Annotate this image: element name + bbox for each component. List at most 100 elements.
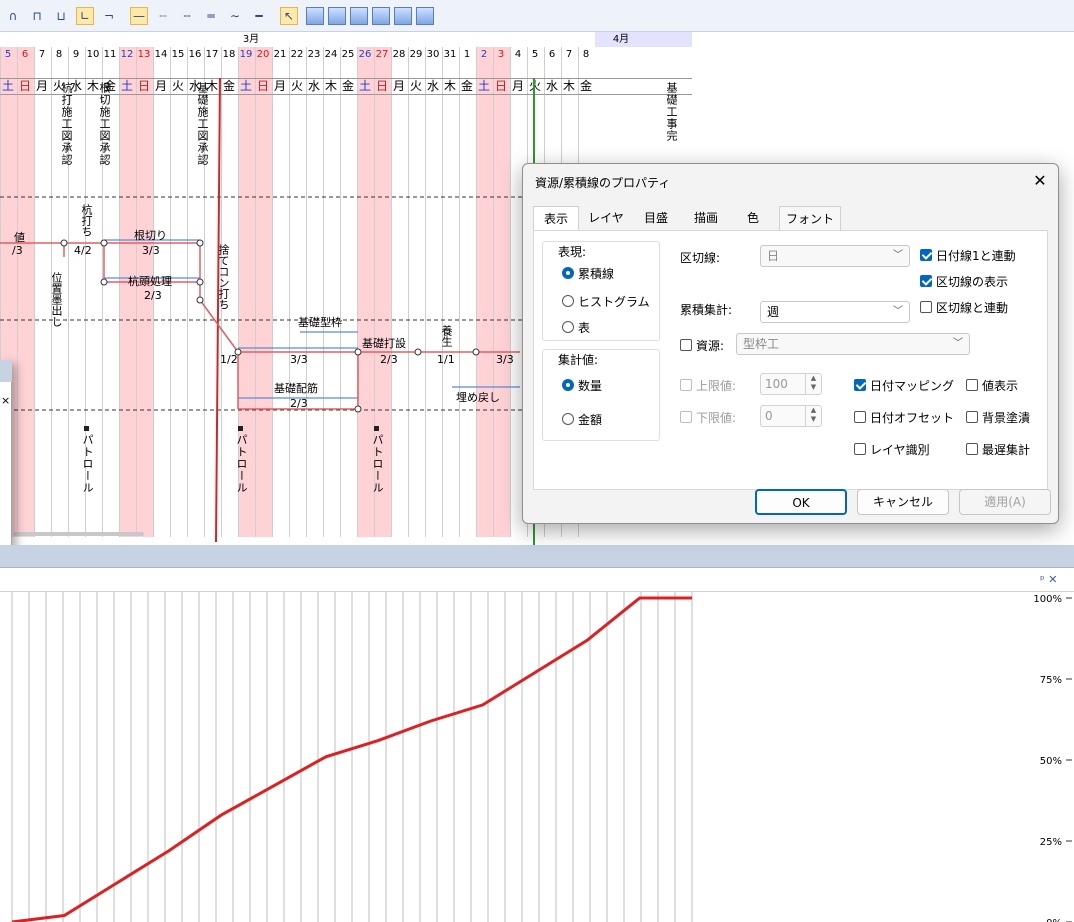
tab-font[interactable]: フォント: [779, 206, 841, 230]
pin-close-icon[interactable]: ᵖ ✕: [1040, 573, 1057, 586]
task-fraction: 3/3: [142, 244, 160, 257]
select-icon[interactable]: ↖: [280, 7, 298, 25]
expression-label: 表現:: [558, 245, 587, 259]
tab-scale[interactable]: 目盛: [633, 206, 679, 230]
horizontal-scrollbar[interactable]: [14, 532, 144, 536]
tab-panel: 表現: 累積線 ヒストグラム 表 集計値: 数量 金額 区切線: 日 ﹀ 累積集計…: [533, 230, 1048, 490]
task-label[interactable]: 位置墨出し: [50, 272, 63, 327]
chevron-down-icon: ﹀: [893, 306, 903, 317]
checkbox-label: 日付マッピング: [870, 379, 955, 393]
radio-histogram[interactable]: [562, 295, 574, 307]
task-fraction: 2/3: [290, 397, 308, 410]
line-style-icon[interactable]: ┈: [154, 7, 172, 25]
task-label[interactable]: 根切り: [134, 230, 167, 242]
radio-table[interactable]: [562, 321, 574, 333]
divider-link-checkbox[interactable]: [920, 301, 932, 313]
task-label[interactable]: 基礎型枠: [298, 317, 342, 329]
latest-total-checkbox[interactable]: [966, 443, 978, 455]
date-mapping-checkbox[interactable]: [854, 379, 866, 391]
task-label[interactable]: 養生: [440, 325, 453, 347]
date-offset-checkbox[interactable]: [854, 411, 866, 423]
upper-spinner[interactable]: 100 ▲ ▼: [760, 373, 822, 395]
task-fraction: 1/1: [437, 353, 455, 366]
radio-amount[interactable]: [562, 413, 574, 425]
cancel-button[interactable]: キャンセル: [857, 489, 949, 515]
lower-label: 下限値:: [696, 411, 737, 425]
line-style-icon[interactable]: ━: [250, 7, 268, 25]
tab-display[interactable]: 表示: [533, 206, 579, 230]
cumulative-select[interactable]: 週 ﹀: [760, 301, 910, 323]
spinner-arrows-icon[interactable]: ▲ ▼: [805, 406, 821, 426]
shape-tool-icon[interactable]: ⊓: [28, 7, 46, 25]
toolbar-image-icon[interactable]: [306, 7, 324, 25]
tab-layer[interactable]: レイヤ: [583, 206, 629, 230]
shape-tool-icon[interactable]: ∟: [76, 7, 94, 25]
ok-button[interactable]: OK: [755, 489, 847, 515]
toolbar-image-icon[interactable]: [416, 7, 434, 25]
radio-cumulative[interactable]: [562, 267, 574, 279]
shape-tool-icon[interactable]: ∩: [4, 7, 22, 25]
radio-label: 数量: [578, 379, 603, 393]
shape-tool-icon[interactable]: ⊔: [52, 7, 70, 25]
axis-tick-label: 100%: [1033, 594, 1062, 605]
close-icon[interactable]: ✕: [1028, 170, 1052, 192]
task-label[interactable]: 捨てコン打ち: [217, 244, 230, 310]
axis-tick-label: 25%: [1040, 837, 1062, 848]
task-label[interactable]: 杭頭処理: [128, 276, 172, 288]
layer-identify-checkbox[interactable]: [854, 443, 866, 455]
task-label[interactable]: 基礎打設: [362, 338, 406, 350]
upper-label: 上限値:: [696, 379, 737, 393]
toolbar-image-icon[interactable]: [394, 7, 412, 25]
axis-tick-label: 0%: [1046, 918, 1062, 922]
checkbox-label: 区切線の表示: [936, 275, 1009, 289]
resource-select[interactable]: 型枠工 ﹀: [736, 333, 970, 355]
cumulative-label: 累積集計:: [680, 303, 733, 317]
radio-label: ヒストグラム: [578, 295, 650, 309]
apply-button[interactable]: 適用(A): [959, 489, 1051, 515]
line-style-icon[interactable]: ╌: [178, 7, 196, 25]
lower-spinner[interactable]: 0 ▲ ▼: [760, 405, 822, 427]
radio-quantity[interactable]: [562, 379, 574, 391]
resource-checkbox[interactable]: [680, 339, 692, 351]
toolbar-image-icon[interactable]: [372, 7, 390, 25]
pane-splitter[interactable]: [0, 545, 1074, 567]
line-style-icon[interactable]: ∼: [226, 7, 244, 25]
task-fraction: 3/3: [290, 353, 308, 366]
resource-label: 資源:: [696, 339, 725, 353]
tab-draw[interactable]: 描画: [683, 206, 729, 230]
task-fraction: 1/2: [220, 353, 238, 366]
cumulative-chart: 100% 75% 50% 25% 0%: [0, 592, 1074, 922]
task-label[interactable]: 値: [14, 232, 25, 244]
line-style-icon[interactable]: ═: [202, 7, 220, 25]
line-style-icon[interactable]: —: [130, 7, 148, 25]
spinner-arrows-icon[interactable]: ▲ ▼: [805, 374, 821, 394]
divider-show-checkbox[interactable]: [920, 275, 932, 287]
task-fraction: 4/2: [74, 244, 92, 257]
tab-color[interactable]: 色: [731, 206, 775, 230]
lower-checkbox[interactable]: [680, 411, 692, 423]
checkbox-label: 値表示: [982, 379, 1019, 393]
toolbar-image-icon[interactable]: [328, 7, 346, 25]
patrol-label: パトロール: [371, 434, 384, 494]
background-fill-checkbox[interactable]: [966, 411, 978, 423]
patrol-label: パトロール: [81, 434, 94, 494]
toolbar-image-icon[interactable]: [350, 7, 368, 25]
checkbox-label: 区切線と連動: [936, 301, 1009, 315]
divider-select[interactable]: 日 ﹀: [760, 245, 910, 267]
toolbar: ∩ ⊓ ⊔ ∟ ¬ — ┈ ╌ ═ ∼ ━ ↖: [0, 0, 1074, 32]
task-fraction: /3: [12, 244, 23, 257]
upper-checkbox[interactable]: [680, 379, 692, 391]
checkbox-label: 背景塗潰: [982, 411, 1031, 425]
total-label: 集計値:: [558, 353, 599, 367]
checkbox-label: レイヤ識別: [870, 443, 930, 457]
task-label[interactable]: 基礎配筋: [274, 383, 318, 395]
shape-tool-icon[interactable]: ¬: [100, 7, 118, 25]
axis-tick-label: 75%: [1040, 675, 1062, 686]
task-label[interactable]: 埋め戻し: [456, 392, 500, 404]
date-line-link-checkbox[interactable]: [920, 249, 932, 261]
task-fraction: 2/3: [144, 289, 162, 302]
task-label[interactable]: 杭打ち: [80, 204, 93, 237]
close-icon[interactable]: ×: [1, 394, 10, 407]
value-display-checkbox[interactable]: [966, 379, 978, 391]
radio-label: 累積線: [578, 267, 615, 281]
